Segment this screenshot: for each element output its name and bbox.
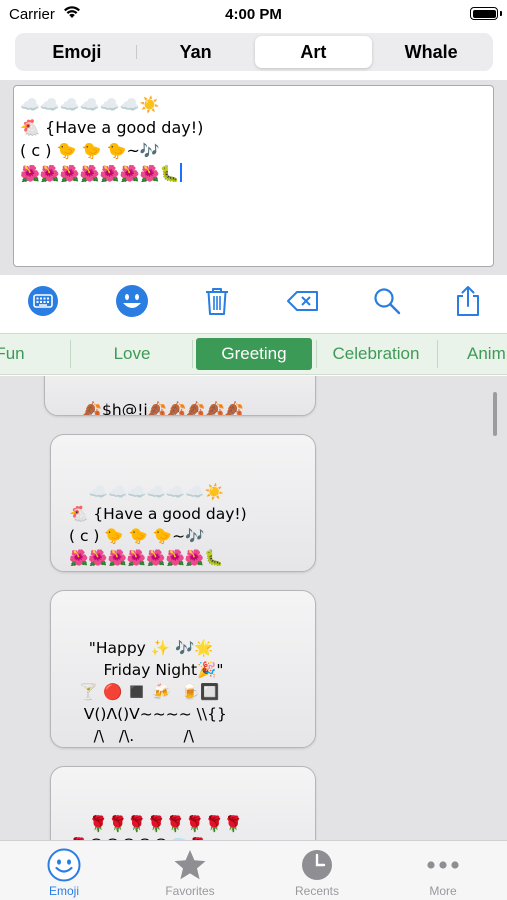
ellipsis-icon — [425, 847, 461, 883]
share-icon[interactable] — [451, 284, 485, 318]
scroll-indicator[interactable] — [493, 392, 497, 436]
art-text: 🍂$h@!i🍂🍂🍂🍂🍂 — [82, 401, 245, 416]
search-icon[interactable] — [370, 284, 404, 318]
category-divider — [70, 340, 71, 368]
art-text: 🌹🌹🌹🌹🌹🌹🌹🌹 🌹😷😢😓😷😢💎🌹 🌹🌹🌹🌹🌹🌹🌹🌹 — [69, 815, 244, 840]
mode-segmented-control: Emoji Yan Art Whale — [15, 33, 493, 71]
tab-label: More — [429, 884, 457, 898]
category-divider — [316, 340, 317, 368]
category-celebration[interactable]: Celebration — [318, 338, 434, 370]
tab-recents[interactable]: Recents — [254, 841, 380, 900]
tab-bar: Emoji Favorites Recents More — [0, 840, 507, 900]
art-bubble[interactable]: "Happy ✨ 🎶🌟 Friday Night🎉" 🍸 🔴 ◼️ 🍻 🍺🔲 V… — [50, 590, 316, 748]
tab-emoji[interactable]: Emoji — [1, 841, 127, 900]
star-icon — [172, 847, 208, 883]
art-text: "Happy ✨ 🎶🌟 Friday Night🎉" 🍸 🔴 ◼️ 🍻 🍺🔲 V… — [78, 639, 227, 745]
tab-label: Recents — [294, 884, 340, 898]
art-list[interactable]: 🍂$h@!i🍂🍂🍂🍂🍂 ☁️☁️☁️☁️☁️☁️☀️ 🐔 {Have a goo… — [0, 376, 507, 840]
text-caret — [180, 163, 183, 182]
clock-icon — [299, 847, 335, 883]
smiley-face-icon — [46, 847, 82, 883]
category-divider — [437, 340, 438, 368]
editor-toolbar — [0, 275, 507, 327]
category-animals[interactable]: Anim — [440, 338, 507, 370]
editor-area: ☁️☁️☁️☁️☁️☁️☀️ 🐔 {Have a good day!) ( c … — [0, 80, 507, 275]
status-bar: Carrier 4:00 PM — [0, 0, 507, 28]
category-love[interactable]: Love — [74, 338, 190, 370]
category-divider — [192, 340, 193, 368]
category-fun[interactable]: Fun — [0, 338, 68, 370]
tab-favorites[interactable]: Favorites — [127, 841, 253, 900]
editor-text: ☁️☁️☁️☁️☁️☁️☀️ 🐔 {Have a good day!) ( c … — [20, 95, 204, 183]
keyboard-icon[interactable] — [26, 284, 60, 318]
segment-whale[interactable]: Whale — [372, 36, 490, 68]
battery-icon — [470, 7, 502, 20]
tab-more[interactable]: More — [380, 841, 506, 900]
segment-emoji[interactable]: Emoji — [18, 36, 136, 68]
art-bubble[interactable]: 🍂$h@!i🍂🍂🍂🍂🍂 — [44, 376, 316, 416]
art-bubble[interactable]: 🌹🌹🌹🌹🌹🌹🌹🌹 🌹😷😢😓😷😢💎🌹 🌹🌹🌹🌹🌹🌹🌹🌹 — [50, 766, 316, 840]
delete-backward-icon[interactable] — [286, 284, 320, 318]
category-tabs: Fun Love Greeting Celebration Anim — [0, 333, 507, 375]
tab-label: Favorites — [165, 884, 215, 898]
trash-icon[interactable] — [200, 284, 234, 318]
tab-label: Emoji — [48, 884, 79, 898]
category-greeting[interactable]: Greeting — [196, 338, 312, 370]
segment-art[interactable]: Art — [254, 36, 373, 68]
clock-time: 4:00 PM — [225, 6, 282, 23]
smiley-icon[interactable] — [115, 284, 149, 318]
art-text: ☁️☁️☁️☁️☁️☁️☀️ 🐔 {Have a good day!) ( c … — [69, 483, 247, 567]
text-editor[interactable]: ☁️☁️☁️☁️☁️☁️☀️ 🐔 {Have a good day!) ( c … — [13, 85, 494, 267]
art-bubble[interactable]: ☁️☁️☁️☁️☁️☁️☀️ 🐔 {Have a good day!) ( c … — [50, 434, 316, 572]
segment-yan[interactable]: Yan — [137, 36, 255, 68]
